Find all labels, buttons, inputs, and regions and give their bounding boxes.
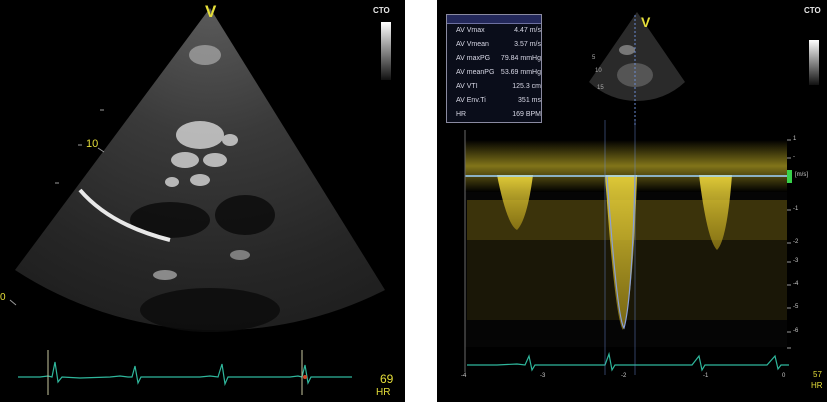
velocity-tick-label: -3 xyxy=(793,258,799,264)
echo-2d-image xyxy=(9,8,385,395)
measurement-label: AV Env.Ti xyxy=(456,97,486,104)
measurement-row: AV meanPG 53.69 mmHg xyxy=(451,69,541,79)
ecg-trace xyxy=(467,351,789,372)
mini-depth-label: 10 xyxy=(595,68,602,74)
mini-sector-echo xyxy=(619,45,635,55)
probe-marker: V xyxy=(205,2,217,21)
measurement-value: 169 BPM xyxy=(512,111,541,118)
velocity-tick-label: -2 xyxy=(793,239,799,245)
measurement-label: AV maxPG xyxy=(456,55,491,62)
mini-depth-label: 5 xyxy=(592,55,596,61)
time-tick-label: 0 xyxy=(782,373,786,379)
measurement-label: AV Vmax xyxy=(456,27,485,34)
mini-depth-label: 15 xyxy=(597,85,604,91)
measurement-header xyxy=(447,15,541,24)
velocity-tick-label: -5 xyxy=(793,304,799,310)
hr-value: 69 xyxy=(380,372,394,386)
velocity-tick-label: -4 xyxy=(793,281,799,287)
grayscale-bar xyxy=(381,22,391,80)
velocity-tick-label: -1 xyxy=(793,206,799,212)
measurement-label: AV Vmean xyxy=(456,41,489,48)
measurement-value: 351 ms xyxy=(518,97,541,104)
measurement-row: AV maxPG 79.84 mmHg xyxy=(451,55,541,65)
velocity-tick-label: -6 xyxy=(793,328,799,334)
echo-2d-panel: V CTO 10 0 69 HR xyxy=(0,0,405,402)
depth-label: 10 xyxy=(86,138,99,150)
measurement-panel: AV Vmax 4.47 m/s AV Vmean 3.57 m/s AV ma… xyxy=(446,14,542,123)
measurement-row: AV VTI 125.3 cm xyxy=(451,83,541,93)
baseline-marker xyxy=(787,170,792,183)
measurement-row: AV Vmean 3.57 m/s xyxy=(451,41,541,51)
velocity-unit-label: [m/s] xyxy=(795,172,808,178)
preset-label: CTO xyxy=(373,6,390,15)
hr-unit: HR xyxy=(811,381,823,390)
time-tick-label: -2 xyxy=(621,373,627,379)
velocity-tick-label: 1 xyxy=(793,136,797,142)
measurement-label: AV VTI xyxy=(456,83,478,90)
hr-value: 57 xyxy=(813,370,822,379)
measurement-value: 125.3 cm xyxy=(512,83,541,90)
measurement-label: AV meanPG xyxy=(456,69,495,76)
probe-marker: V xyxy=(641,14,651,30)
measurement-row: HR 169 BPM xyxy=(451,111,541,121)
time-tick-label: -3 xyxy=(540,373,546,379)
preset-label: CTO xyxy=(804,6,821,15)
velocity-tick-label: - xyxy=(793,154,795,160)
measurement-row: AV Vmax 4.47 m/s xyxy=(451,27,541,37)
measurement-value: 4.47 m/s xyxy=(514,27,541,34)
measurement-value: 3.57 m/s xyxy=(514,41,541,48)
time-tick-label: -1 xyxy=(703,373,709,379)
measurement-value: 53.69 mmHg xyxy=(500,69,541,76)
ecg-marker xyxy=(303,375,307,379)
measurement-label: HR xyxy=(456,111,467,118)
doppler-panel: AV Vmax 4.47 m/s AV Vmean 3.57 m/s AV ma… xyxy=(437,0,827,402)
grayscale-bar xyxy=(809,40,819,85)
measurement-value: 79.84 mmHg xyxy=(500,55,541,62)
depth-label-bottom: 0 xyxy=(0,292,6,303)
measurement-row: AV Env.Ti 351 ms xyxy=(451,97,541,107)
hr-unit: HR xyxy=(376,387,391,398)
time-tick-label: -4 xyxy=(461,373,467,379)
